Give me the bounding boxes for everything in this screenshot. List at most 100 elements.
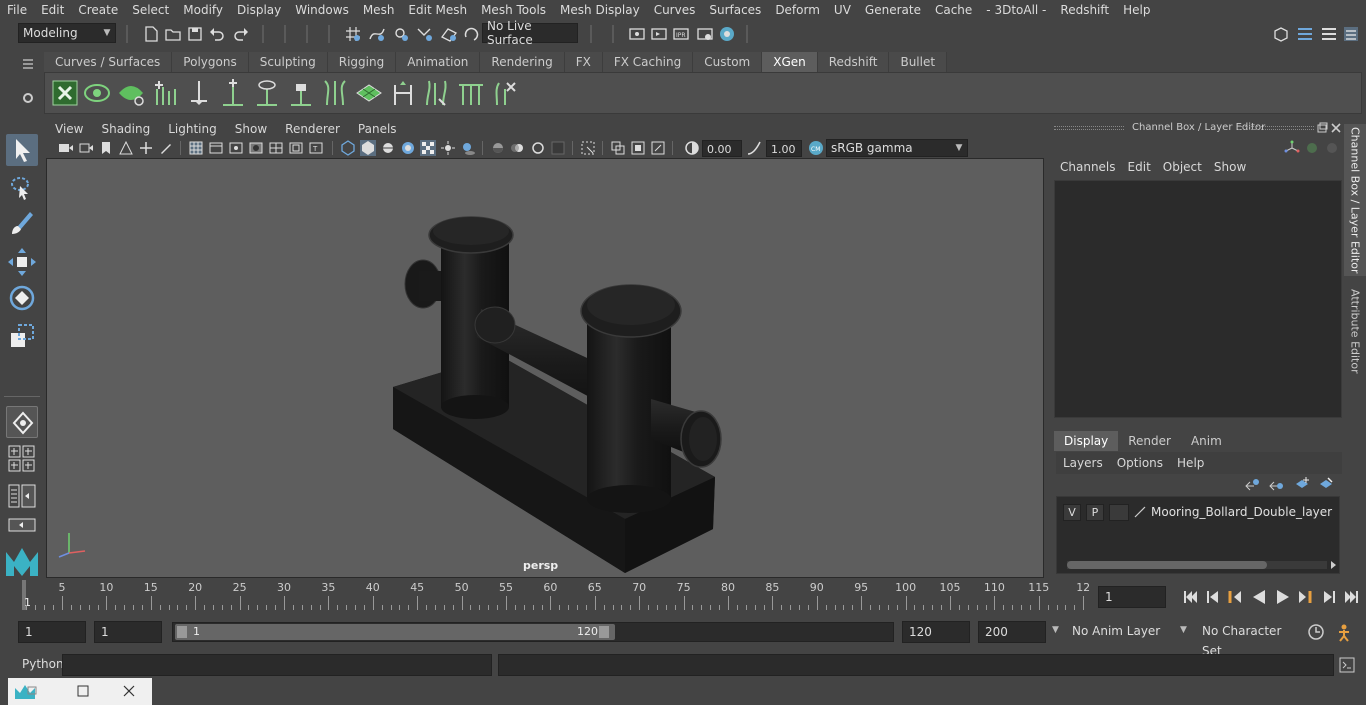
guide-transform-icon[interactable] xyxy=(389,79,417,107)
go-to-end-icon[interactable] xyxy=(1342,588,1360,606)
layer-tab-anim[interactable]: Anim xyxy=(1180,431,1232,451)
menu-surfaces[interactable]: Surfaces xyxy=(702,3,768,17)
safe-title-icon[interactable]: T xyxy=(308,140,324,156)
exposure-field[interactable]: 0.00 xyxy=(702,140,742,157)
redo-icon[interactable] xyxy=(232,25,250,43)
xgen-grid-icon[interactable] xyxy=(355,79,383,107)
cb-menu-object[interactable]: Object xyxy=(1157,160,1208,178)
make-live-icon[interactable] xyxy=(462,25,480,43)
anim-layer-selector[interactable]: No Anim Layer xyxy=(1066,621,1174,643)
new-layer-from-selection-icon[interactable] xyxy=(1318,476,1334,492)
select-guide-icon[interactable] xyxy=(185,79,213,107)
cb-menu-show[interactable]: Show xyxy=(1208,160,1252,178)
ipr-render-icon[interactable]: IPR xyxy=(672,25,690,43)
cb-menu-channels[interactable]: Channels xyxy=(1054,160,1122,178)
layer-menu-options[interactable]: Options xyxy=(1110,456,1170,470)
shelf-tab-fx[interactable]: FX xyxy=(564,52,603,72)
close-icon[interactable] xyxy=(1330,122,1342,134)
layer-visibility-toggle[interactable]: V xyxy=(1063,504,1081,521)
render-view-icon[interactable] xyxy=(628,25,646,43)
menu-mesh-tools[interactable]: Mesh Tools xyxy=(474,3,553,17)
shadows-icon[interactable] xyxy=(460,140,476,156)
layer-scrollbar[interactable] xyxy=(1067,561,1327,569)
layer-color-icon[interactable] xyxy=(1133,505,1147,519)
shelf-settings-icon[interactable] xyxy=(20,90,36,106)
maximize-icon[interactable] xyxy=(76,684,90,698)
single-perspective-layout[interactable] xyxy=(6,406,38,438)
gamma-icon[interactable] xyxy=(746,140,762,156)
command-input[interactable] xyxy=(62,654,492,676)
range-end-handle[interactable] xyxy=(599,626,609,638)
channel-box-body[interactable] xyxy=(1054,180,1342,418)
shelf-tab-sculpting[interactable]: Sculpting xyxy=(248,52,328,72)
wireframe-icon[interactable] xyxy=(340,140,356,156)
play-backward-icon[interactable] xyxy=(1250,588,1268,606)
move-layer-down-icon[interactable] xyxy=(1268,476,1284,492)
shelf-tab-rendering[interactable]: Rendering xyxy=(480,52,565,72)
menu-3dtoall[interactable]: - 3DtoAll - xyxy=(979,3,1053,17)
step-forward-icon[interactable] xyxy=(1320,588,1338,606)
menu-deform[interactable]: Deform xyxy=(768,3,827,17)
move-tool[interactable] xyxy=(6,246,38,278)
current-frame-field[interactable]: 1 xyxy=(1098,586,1166,608)
outliner-layout[interactable] xyxy=(8,484,36,508)
rotate-tool[interactable] xyxy=(6,282,38,314)
go-to-start-icon[interactable] xyxy=(1182,588,1200,606)
save-scene-icon[interactable] xyxy=(186,25,204,43)
menu-file[interactable]: File xyxy=(0,3,34,17)
live-surface-field[interactable]: No Live Surface xyxy=(482,19,578,47)
hypershade-icon[interactable] xyxy=(718,25,736,43)
time-slider[interactable]: 1 5 10 15 20 25 30 35 40 45 50 55 60 65 70 75 80 85 90 95 1… xyxy=(18,580,1092,610)
layer-tab-display[interactable]: Display xyxy=(1054,431,1119,451)
safe-action-icon[interactable] xyxy=(288,140,304,156)
animation-preferences-icon[interactable] xyxy=(1334,622,1354,642)
shelf-tab-animation[interactable]: Animation xyxy=(396,52,481,72)
shelf-tab-redshift[interactable]: Redshift xyxy=(817,52,890,72)
render-settings-icon[interactable] xyxy=(696,25,714,43)
xgen-description-icon[interactable] xyxy=(117,79,145,107)
color-management-icon[interactable]: CM xyxy=(808,140,824,156)
panel-menu-view[interactable]: View xyxy=(46,122,92,136)
panel-menu-shading[interactable]: Shading xyxy=(92,122,159,136)
menu-uv[interactable]: UV xyxy=(827,3,858,17)
xgen-editor-icon[interactable] xyxy=(51,79,79,107)
layer-row[interactable]: V P Mooring_Bollard_Double_layer xyxy=(1059,499,1339,523)
depth-of-field-icon[interactable] xyxy=(550,140,566,156)
axis-display-icon[interactable] xyxy=(1284,140,1300,156)
snap-grid-icon[interactable] xyxy=(344,25,362,43)
layer-playback-toggle[interactable]: P xyxy=(1086,504,1104,521)
grease-pencil-icon[interactable] xyxy=(158,140,174,156)
scale-tool[interactable] xyxy=(6,320,38,352)
shelf-menu-icon[interactable] xyxy=(20,56,36,72)
snap-surface-icon[interactable] xyxy=(440,25,458,43)
snap-curve-icon[interactable] xyxy=(368,25,386,43)
script-editor-icon[interactable] xyxy=(1338,656,1356,674)
panel-menu-renderer[interactable]: Renderer xyxy=(276,122,349,136)
frame-selection-icon[interactable] xyxy=(630,140,646,156)
side-tab-attribute-editor[interactable]: Attribute Editor xyxy=(1344,286,1366,376)
drag-handle[interactable] xyxy=(1054,126,1124,130)
wireframe-on-shaded-icon[interactable] xyxy=(400,140,416,156)
shelf-tab-fx-caching[interactable]: FX Caching xyxy=(602,52,694,72)
panel-menu-panels[interactable]: Panels xyxy=(349,122,406,136)
menu-display[interactable]: Display xyxy=(230,3,288,17)
close-icon[interactable] xyxy=(122,684,136,698)
float-panel-icon[interactable] xyxy=(1316,122,1328,134)
graph-layout[interactable] xyxy=(8,518,36,532)
animation-end-field[interactable]: 200 xyxy=(978,621,1046,643)
play-forward-icon[interactable] xyxy=(1274,588,1292,606)
smooth-shade-icon[interactable] xyxy=(360,140,376,156)
menu-mesh-display[interactable]: Mesh Display xyxy=(553,3,647,17)
panel-menu-show[interactable]: Show xyxy=(226,122,276,136)
open-scene-icon[interactable] xyxy=(164,25,182,43)
chevron-down-icon[interactable]: ▼ xyxy=(1180,625,1187,635)
playback-start-field[interactable]: 1 xyxy=(94,621,162,643)
snap-point-icon[interactable] xyxy=(392,25,410,43)
mode-selector[interactable]: Modeling ▼ xyxy=(18,23,116,43)
auto-key-icon[interactable] xyxy=(1306,622,1326,642)
character-set-selector[interactable]: No Character Set xyxy=(1196,621,1298,658)
isolate-select-icon[interactable] xyxy=(580,140,596,156)
menu-generate[interactable]: Generate xyxy=(858,3,928,17)
guide-clumps-icon[interactable] xyxy=(321,79,349,107)
channel-box-toggle-icon[interactable] xyxy=(1342,25,1360,43)
